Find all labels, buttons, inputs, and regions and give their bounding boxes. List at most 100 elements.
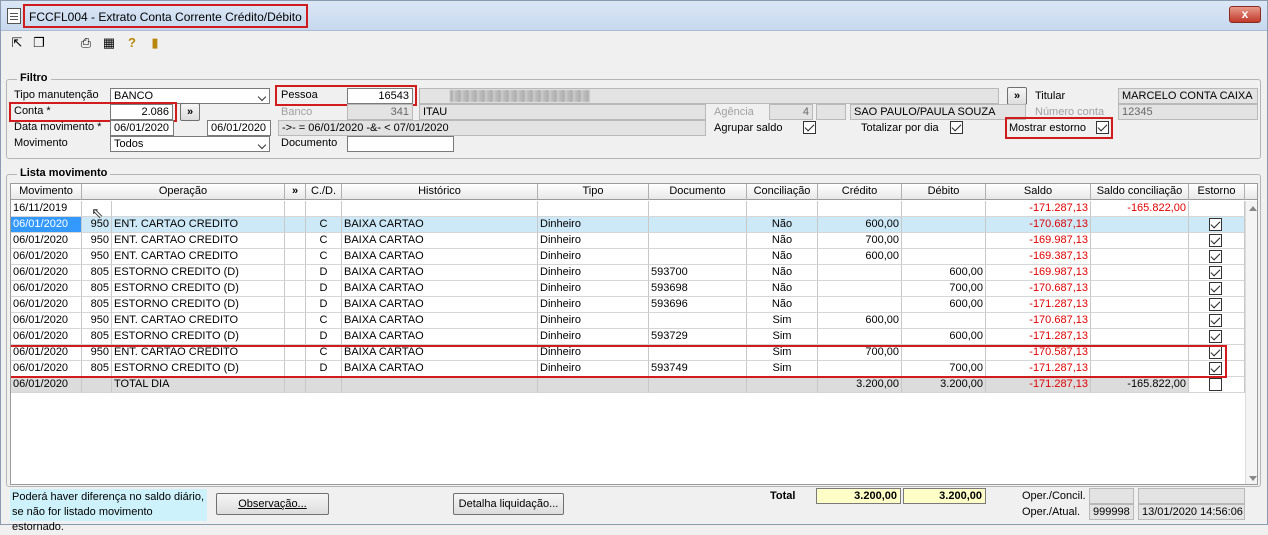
- estorno-checkbox[interactable]: [1209, 282, 1222, 295]
- saldo-cell: -171.287,13: [986, 329, 1091, 345]
- movimento-cell: 06/01/2020: [11, 377, 82, 393]
- col-historico[interactable]: Histórico: [342, 184, 538, 200]
- col-tipo[interactable]: Tipo: [538, 184, 649, 200]
- window-title: FCCFL004 - Extrato Conta Corrente Crédit…: [23, 4, 308, 28]
- col-cd[interactable]: C./D.: [306, 184, 342, 200]
- saldo-conciliacao-cell: [1091, 249, 1189, 265]
- estorno-checkbox[interactable]: [1209, 234, 1222, 247]
- table-row[interactable]: 06/01/2020 805 ESTORNO CREDITO (D) D BAIXA C…: [11, 281, 1245, 297]
- expand-cell: [285, 233, 306, 249]
- empty-cell: [112, 201, 285, 217]
- col-estorno[interactable]: Estorno: [1189, 184, 1245, 200]
- documento-input[interactable]: [347, 136, 454, 152]
- conta-highlight: [9, 102, 177, 122]
- conta-more-button[interactable]: »: [180, 103, 200, 121]
- credito-cell: [818, 297, 902, 313]
- tipo-cell: Dinheiro: [538, 281, 649, 297]
- credito-cell: [818, 281, 902, 297]
- credito-cell: 700,00: [818, 233, 902, 249]
- saldo-cell: -169.987,13: [986, 265, 1091, 281]
- credito-cell: 600,00: [818, 249, 902, 265]
- movimento-select[interactable]: Todos: [110, 136, 270, 152]
- expand-cell: [285, 249, 306, 265]
- credito-cell: [818, 329, 902, 345]
- scroll-up-icon[interactable]: [1249, 206, 1257, 211]
- operacao-code-cell: 950: [82, 233, 112, 249]
- col-debito[interactable]: Débito: [902, 184, 986, 200]
- data-to-input[interactable]: 06/01/2020: [207, 120, 271, 136]
- col-documento[interactable]: Documento: [649, 184, 747, 200]
- saldo-cell: -169.987,13: [986, 233, 1091, 249]
- col-movimento[interactable]: Movimento: [11, 184, 82, 200]
- estorno-checkbox[interactable]: [1209, 266, 1222, 279]
- debito-cell: 3.200,00: [902, 377, 986, 393]
- document-icon: [7, 8, 21, 24]
- empty-cell: [902, 201, 986, 217]
- operacao-code-cell: 805: [82, 297, 112, 313]
- estorno-checkbox[interactable]: [1209, 330, 1222, 343]
- operacao-cell: ENT. CARTAO CREDITO: [112, 313, 285, 329]
- detalha-liquidacao-button[interactable]: Detalha liquidação...: [453, 493, 564, 515]
- vertical-scrollbar[interactable]: [1245, 201, 1257, 484]
- pessoa-more-button[interactable]: »: [1007, 87, 1027, 105]
- estorno-checkbox[interactable]: [1209, 218, 1222, 231]
- empty-cell: [285, 377, 306, 393]
- empty-cell: [649, 201, 747, 217]
- estorno-checkbox[interactable]: [1209, 250, 1222, 263]
- debito-cell: 600,00: [902, 265, 986, 281]
- expand-cell: [285, 313, 306, 329]
- exit-door-icon[interactable]: ▮: [147, 35, 163, 51]
- data-from-input[interactable]: 06/01/2020: [110, 120, 174, 136]
- tipo-cell: Dinheiro: [538, 249, 649, 265]
- estorno-checkbox[interactable]: [1209, 378, 1222, 391]
- table-row[interactable]: 06/01/2020 950 ENT. CARTAO CREDITO C BAIXA C…: [11, 217, 1245, 233]
- agrupar-saldo-checkbox[interactable]: [803, 121, 816, 134]
- tipo-manutencao-label: Tipo manutenção: [14, 89, 99, 101]
- col-conciliacao[interactable]: Conciliação: [747, 184, 818, 200]
- opening-balance-row[interactable]: 16/11/2019 -171.287,13 -165.822,00: [11, 201, 1245, 217]
- debito-cell: [902, 233, 986, 249]
- copy-icon[interactable]: ❐: [31, 35, 47, 51]
- help-icon[interactable]: ?: [124, 35, 140, 51]
- estorno-cell: [1189, 233, 1245, 249]
- operacao-cell: ESTORNO CREDITO (D): [112, 329, 285, 345]
- scroll-down-icon[interactable]: [1249, 476, 1257, 481]
- estorno-checkbox[interactable]: [1209, 298, 1222, 311]
- col-expand[interactable]: »: [285, 184, 306, 200]
- conciliacao-cell: Sim: [747, 329, 818, 345]
- titular-field: MARCELO CONTA CAIXA: [1118, 88, 1258, 104]
- movement-grid[interactable]: Movimento Operação » C./D. Histórico Tip…: [10, 183, 1258, 485]
- documento-cell: 593729: [649, 329, 747, 345]
- grid-header: Movimento Operação » C./D. Histórico Tip…: [11, 184, 1257, 200]
- table-row[interactable]: 06/01/2020 950 ENT. CARTAO CREDITO C BAIXA C…: [11, 233, 1245, 249]
- historico-cell: BAIXA CARTAO: [342, 249, 538, 265]
- col-credito[interactable]: Crédito: [818, 184, 902, 200]
- table-row[interactable]: 06/01/2020 805 ESTORNO CREDITO (D) D BAIXA C…: [11, 297, 1245, 313]
- conciliacao-cell: Sim: [747, 313, 818, 329]
- cd-cell: C: [306, 233, 342, 249]
- col-saldo[interactable]: Saldo: [986, 184, 1091, 200]
- observacao-button[interactable]: Observação...: [216, 493, 329, 515]
- col-operacao[interactable]: Operação: [82, 184, 285, 200]
- totalizar-dia-checkbox[interactable]: [950, 121, 963, 134]
- col-saldo-conciliacao[interactable]: Saldo conciliação: [1091, 184, 1189, 200]
- cd-cell: D: [306, 281, 342, 297]
- titular-label: Titular: [1035, 90, 1066, 102]
- table-row[interactable]: 06/01/2020 950 ENT. CARTAO CREDITO C BAIXA C…: [11, 249, 1245, 265]
- cd-cell: D: [306, 297, 342, 313]
- empty-cell: [538, 201, 649, 217]
- tipo-cell: Dinheiro: [538, 297, 649, 313]
- table-row[interactable]: 06/01/2020 950 ENT. CARTAO CREDITO C BAIXA C…: [11, 313, 1245, 329]
- estorno-checkbox[interactable]: [1209, 314, 1222, 327]
- credito-cell: [818, 265, 902, 281]
- agencia-digit-field: [816, 104, 846, 120]
- calendar-grid-icon[interactable]: ▦: [101, 35, 117, 51]
- close-button[interactable]: x: [1229, 6, 1261, 23]
- operacao-code-cell: 950: [82, 313, 112, 329]
- historico-cell: BAIXA CARTAO: [342, 281, 538, 297]
- arrow-out-icon[interactable]: ⇱: [9, 35, 25, 51]
- table-row[interactable]: 06/01/2020 805 ESTORNO CREDITO (D) D BAIXA C…: [11, 329, 1245, 345]
- table-row[interactable]: 06/01/2020 805 ESTORNO CREDITO (D) D BAIXA C…: [11, 265, 1245, 281]
- total-dia-row[interactable]: 06/01/2020 TOTAL DIA 3.200,00 3.200,00 -171.…: [11, 377, 1245, 393]
- print-icon[interactable]: ⎙: [78, 35, 94, 51]
